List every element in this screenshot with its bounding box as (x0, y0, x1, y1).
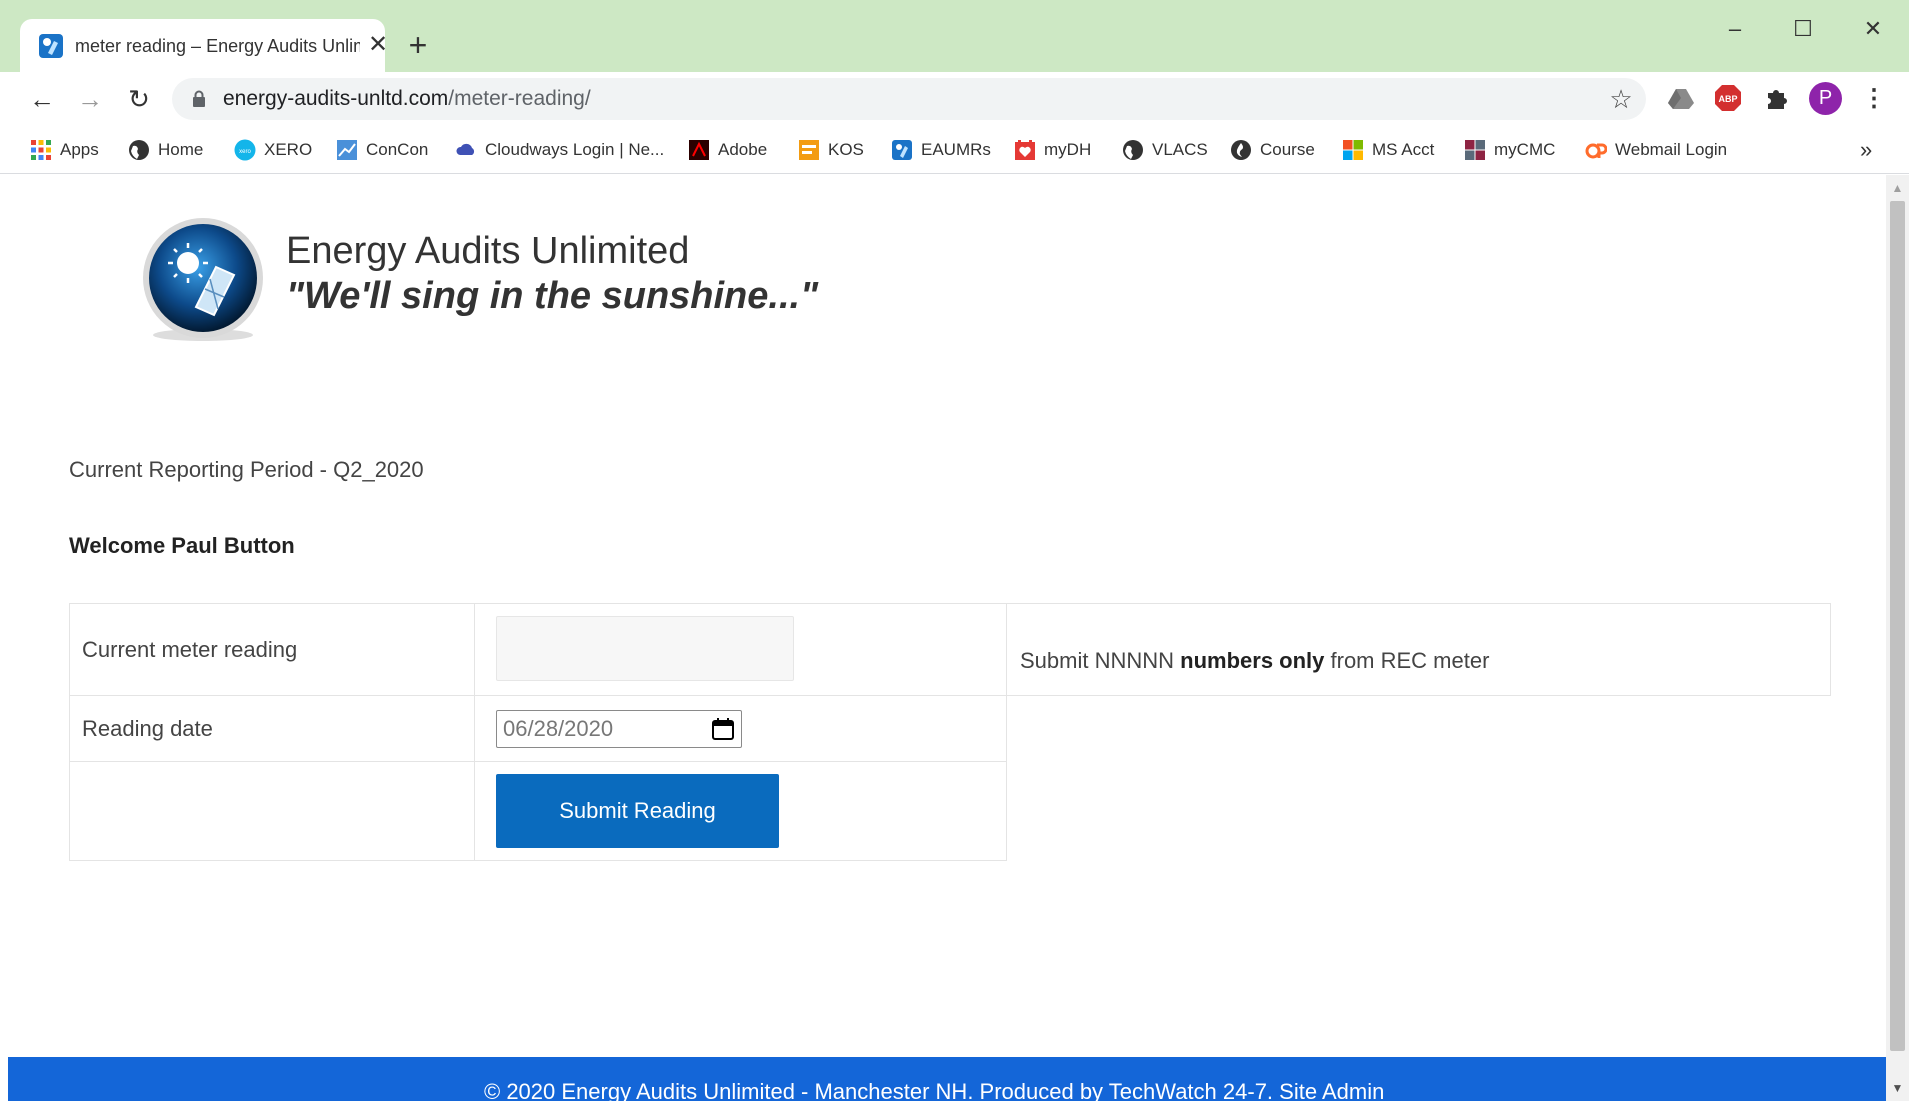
url-host: energy-audits-unltd.com (223, 87, 449, 110)
bookmark-course[interactable]: Course (1230, 136, 1315, 164)
bookmark-adobe[interactable]: Adobe (688, 136, 767, 164)
bookmark-webmail[interactable]: Webmail Login (1585, 136, 1727, 164)
bookmark-label: MS Acct (1372, 140, 1435, 159)
maximize-button[interactable]: ☐ (1780, 14, 1826, 44)
bookmark-ms-acct[interactable]: MS Acct (1342, 136, 1434, 164)
site-title: Energy Audits Unlimited (286, 230, 690, 272)
meter-hint: Submit NNNNN numbers only from REC meter (1020, 648, 1489, 674)
reading-date-input[interactable]: 06/28/2020 (496, 710, 742, 748)
extensions-puzzle-icon[interactable] (1762, 83, 1792, 113)
bookmark-kos[interactable]: KOS (798, 136, 864, 164)
submit-reading-button[interactable]: Submit Reading (496, 774, 779, 848)
reading-date-value: 06/28/2020 (503, 716, 614, 741)
adblock-extension-icon[interactable]: ABP (1713, 83, 1743, 113)
apps-grid-icon (31, 140, 51, 160)
adobe-icon (689, 140, 709, 160)
mydh-icon (1015, 140, 1035, 160)
bookmark-label: ConCon (366, 140, 429, 159)
reload-button[interactable]: ↻ (124, 84, 154, 114)
bookmark-mycmc[interactable]: myCMC (1464, 136, 1555, 164)
forward-button[interactable]: → (75, 84, 105, 114)
bookmark-home[interactable]: Home (128, 136, 203, 164)
minimize-button[interactable]: – (1712, 14, 1758, 44)
hint-prefix: Submit NNNNN (1020, 648, 1181, 673)
active-tab[interactable]: meter reading – Energy Audits Unlim ✕ (20, 19, 388, 72)
course-icon (1231, 140, 1251, 160)
bookmarks-overflow-button[interactable]: » (1860, 136, 1872, 164)
scrollbar-thumb[interactable] (1890, 201, 1905, 1051)
browser-menu-icon[interactable]: ⋮ (1862, 84, 1886, 114)
bookmark-label: Apps (60, 140, 99, 159)
bookmark-label: VLACS (1152, 140, 1208, 159)
reading-date-label: Reading date (69, 695, 475, 762)
kos-icon (799, 140, 819, 160)
bookmark-label: myDH (1044, 140, 1092, 159)
xero-icon: xero (234, 139, 256, 161)
concon-icon (337, 140, 357, 160)
meter-reading-label: Current meter reading (69, 603, 475, 696)
globe-icon (129, 140, 149, 160)
bookmark-label: EAUMRs (921, 140, 991, 159)
mycmc-icon (1465, 140, 1485, 160)
bookmarks-bar: Apps Home xero XERO ConCon Cloudways Log… (0, 126, 1909, 174)
scroll-down-arrow-icon[interactable]: ▼ (1886, 1081, 1909, 1097)
url-path: /meter-reading/ (448, 87, 591, 110)
cloud-icon (456, 143, 475, 155)
browser-window: meter reading – Energy Audits Unlim ✕ + … (0, 0, 1909, 1101)
bookmark-eaumrs[interactable]: EAUMRs (891, 136, 991, 164)
page-scrollbar[interactable]: ▲ ▼ (1886, 175, 1909, 1101)
scroll-up-arrow-icon[interactable]: ▲ (1886, 181, 1909, 197)
bookmark-label: Webmail Login (1615, 140, 1728, 159)
bookmark-xero[interactable]: xero XERO (234, 136, 312, 164)
bookmark-vlacs[interactable]: VLACS (1122, 136, 1208, 164)
site-footer: © 2020 Energy Audits Unlimited - Manches… (8, 1057, 1886, 1101)
tab-title: meter reading – Energy Audits Unlim (75, 36, 360, 56)
new-tab-button[interactable]: + (403, 29, 433, 61)
bookmark-label: Adobe (718, 140, 768, 159)
site-logo (143, 218, 263, 341)
profile-avatar[interactable]: P (1809, 82, 1842, 115)
footer-text: © 2020 Energy Audits Unlimited - Manches… (484, 1079, 1385, 1101)
welcome-message: Welcome Paul Button (69, 533, 295, 558)
microsoft-icon (1343, 140, 1363, 160)
browser-toolbar: ← → ↻ energy-audits-unltd.com/meter-read… (0, 72, 1909, 126)
back-button[interactable]: ← (27, 84, 57, 114)
bookmark-label: KOS (828, 140, 864, 159)
tab-close-icon[interactable]: ✕ (365, 32, 391, 58)
bookmark-label: Home (158, 140, 204, 159)
hint-bold: numbers only (1180, 648, 1325, 673)
bookmark-label: myCMC (1494, 140, 1556, 159)
calendar-icon[interactable] (711, 717, 735, 741)
bookmark-cloudways[interactable]: Cloudways Login | Ne... (455, 136, 664, 164)
bookmark-mydh[interactable]: myDH (1014, 136, 1091, 164)
bookmark-label: Cloudways Login | Ne... (485, 140, 665, 159)
drive-extension-icon[interactable] (1666, 83, 1696, 113)
bookmark-concon[interactable]: ConCon (336, 136, 428, 164)
title-bar: meter reading – Energy Audits Unlim ✕ + … (0, 0, 1909, 72)
lock-icon (193, 90, 205, 107)
site-favicon-icon (39, 34, 63, 58)
svg-text:xero: xero (239, 149, 251, 155)
empty-cell (69, 761, 475, 861)
page-viewport: Energy Audits Unlimited "We'll sing in t… (8, 175, 1886, 1101)
bookmark-label: Course (1260, 140, 1315, 159)
bookmark-star-icon[interactable]: ☆ (1608, 86, 1634, 112)
meter-reading-input[interactable] (496, 616, 794, 681)
hint-suffix: from REC meter (1324, 648, 1490, 673)
address-bar[interactable]: energy-audits-unltd.com/meter-reading/ ☆ (172, 78, 1646, 120)
adblock-label: ABP (1718, 94, 1737, 104)
eau-icon (892, 140, 912, 160)
site-tagline: "We'll sing in the sunshine..." (286, 275, 819, 317)
bookmark-label: XERO (264, 140, 313, 159)
globe-icon (1123, 140, 1143, 160)
reporting-period: Current Reporting Period - Q2_2020 (69, 457, 424, 482)
bookmark-apps[interactable]: Apps (30, 136, 99, 164)
url-text: energy-audits-unltd.com/meter-reading/ (223, 78, 591, 120)
webmail-icon (1585, 143, 1607, 159)
close-window-button[interactable]: ✕ (1850, 14, 1896, 44)
